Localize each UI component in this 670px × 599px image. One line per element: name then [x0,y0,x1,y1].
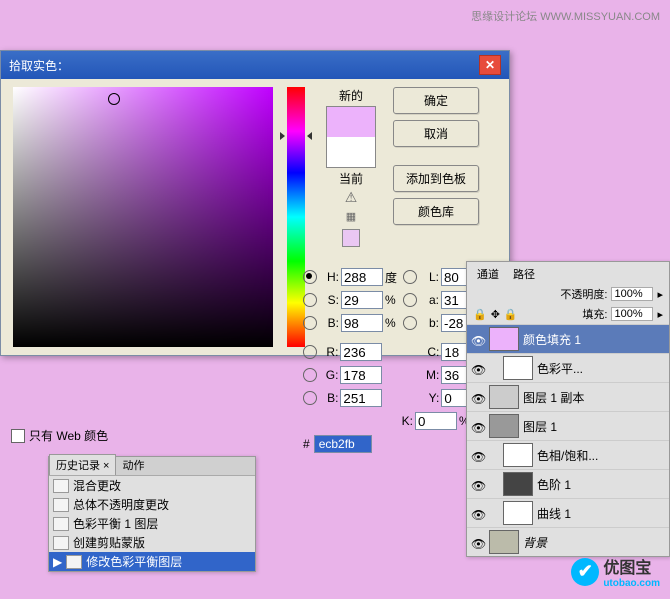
tab-paths[interactable]: 路径 [507,264,541,284]
history-item[interactable]: 总体不透明度更改 [49,495,255,514]
layer-thumb [489,530,519,554]
dialog-titlebar: 拾取实色： ✕ [1,51,509,79]
warning-icon[interactable]: ⚠ [345,189,358,206]
tab-history[interactable]: 历史记录 × [49,454,116,475]
chevron-down-icon[interactable]: ▸ [657,308,663,321]
g-input[interactable] [340,366,382,384]
dialog-title: 拾取实色： [9,57,69,74]
layer-thumb [489,414,519,438]
layer-thumb [489,385,519,409]
history-panel: 历史记录 × 动作 混合更改 总体不透明度更改 色彩平衡 1 图层 创建剪贴蒙版… [48,456,256,572]
websafe-swatch[interactable] [342,229,360,247]
history-step-icon [53,479,69,493]
tab-actions[interactable]: 动作 [116,455,150,475]
cube-icon[interactable]: ▦ [346,210,356,223]
hue-arrow-right-icon [307,132,312,140]
opacity-input[interactable]: 100% [611,287,653,301]
layer-row[interactable]: 👁色彩平... [467,353,669,382]
eye-icon[interactable]: 👁 [471,508,485,518]
color-field[interactable] [13,87,273,347]
bv-input[interactable] [340,389,382,407]
color-library-button[interactable]: 颜色库 [393,198,479,225]
lock-icon[interactable]: 🔒 [473,308,487,321]
new-color-swatch [327,107,375,137]
eye-icon[interactable]: 👁 [471,421,485,431]
s-input[interactable] [341,291,383,309]
layer-row[interactable]: 👁背景 [467,527,669,556]
radio-bv[interactable] [303,391,317,405]
eye-icon[interactable]: 👁 [471,334,485,344]
current-label: 当前 [339,170,363,187]
new-label: 新的 [339,87,363,104]
history-item[interactable]: 色彩平衡 1 图层 [49,514,255,533]
radio-r[interactable] [303,345,317,359]
checkbox-icon[interactable] [11,429,25,443]
radio-s[interactable] [303,293,317,307]
layer-row[interactable]: 👁色阶 1 [467,469,669,498]
history-step-icon [53,536,69,550]
history-item[interactable]: 混合更改 [49,476,255,495]
radio-g[interactable] [303,368,317,382]
move-icon[interactable]: ✥ [491,308,500,321]
layer-thumb [503,501,533,525]
history-step-icon [53,498,69,512]
history-item[interactable]: ▶修改色彩平衡图层 [49,552,255,571]
radio-a[interactable] [403,293,417,307]
eye-icon[interactable]: 👁 [471,537,485,547]
eye-icon[interactable]: 👁 [471,450,485,460]
eye-icon[interactable]: 👁 [471,392,485,402]
hex-input[interactable]: ecb2fb [314,435,372,453]
logo: ✔ 优图宝utobao.com [571,554,660,589]
play-icon: ▶ [53,555,62,569]
picker-cursor-icon [108,93,120,105]
eye-icon[interactable]: 👁 [471,363,485,373]
layer-row[interactable]: 👁图层 1 副本 [467,382,669,411]
layer-thumb [503,443,533,467]
close-icon[interactable]: ✕ [479,55,501,75]
history-step-icon [53,517,69,531]
layer-row[interactable]: 👁颜色填充 1 [467,324,669,353]
r-input[interactable] [340,343,382,361]
web-only-checkbox-row[interactable]: 只有 Web 颜色 [11,427,108,444]
layer-thumb [503,472,533,496]
cancel-button[interactable]: 取消 [393,120,479,147]
current-color-swatch [327,137,375,167]
lock-all-icon[interactable]: 🔒 [504,308,518,321]
eye-icon[interactable]: 👁 [471,479,485,489]
logo-icon: ✔ [571,558,599,586]
color-picker-dialog: 拾取实色： ✕ 新的 当前 ⚠ ▦ 确定 取消 添加到色板 颜色库 [0,50,510,356]
add-swatch-button[interactable]: 添加到色板 [393,165,479,192]
history-step-icon [66,555,82,569]
k-input[interactable] [415,412,457,430]
radio-b[interactable] [303,316,317,330]
layer-thumb [503,356,533,380]
hue-arrow-left-icon [280,132,285,140]
chevron-down-icon[interactable]: ▸ [657,288,663,301]
layer-row[interactable]: 👁图层 1 [467,411,669,440]
layers-panel: 通道 路径 不透明度:100%▸ 🔒✥🔒填充:100%▸ 👁颜色填充 1 👁色彩… [466,261,670,557]
tab-channels[interactable]: 通道 [471,264,505,284]
history-item[interactable]: 创建剪贴蒙版 [49,533,255,552]
ok-button[interactable]: 确定 [393,87,479,114]
h-input[interactable] [341,268,383,286]
radio-h[interactable] [303,270,317,284]
radio-b2[interactable] [403,316,417,330]
fill-input[interactable]: 100% [611,307,653,321]
color-preview [326,106,376,168]
watermark-text: 思缘设计论坛 WWW.MISSYUAN.COM [471,8,660,24]
layer-thumb [489,327,519,351]
layer-row[interactable]: 👁色相/饱和... [467,440,669,469]
layer-row[interactable]: 👁曲线 1 [467,498,669,527]
radio-l[interactable] [403,270,417,284]
b-input[interactable] [341,314,383,332]
